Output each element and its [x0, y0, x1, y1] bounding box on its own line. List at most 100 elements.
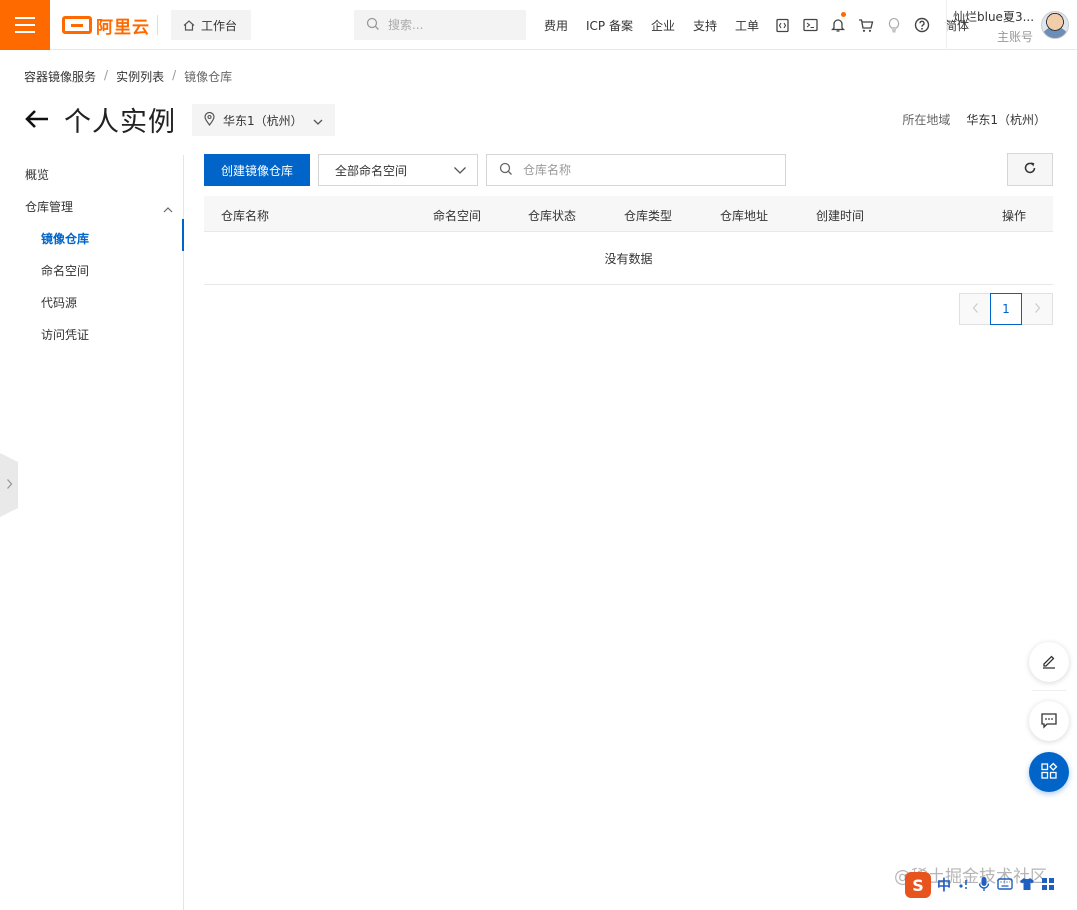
user-role: 主账号: [996, 30, 1033, 44]
sidebar-item-access-credential[interactable]: 访问凭证: [41, 326, 89, 343]
search-icon: [366, 17, 380, 34]
chat-button[interactable]: [1029, 701, 1069, 741]
global-search-input[interactable]: [388, 18, 508, 32]
page-number-current[interactable]: 1: [990, 293, 1022, 325]
refresh-button[interactable]: [1007, 153, 1053, 186]
chevron-left-icon: [972, 302, 979, 317]
sidebar-expand-handle[interactable]: [0, 453, 18, 517]
microphone-icon[interactable]: [977, 876, 991, 895]
nav-link-support[interactable]: 支持: [684, 17, 726, 34]
page-title: 个人实例: [64, 106, 176, 138]
back-arrow-icon[interactable]: [24, 108, 50, 130]
home-icon: [183, 20, 195, 31]
region-selector-value: 华东1（杭州）: [223, 113, 303, 128]
avatar[interactable]: [1041, 11, 1069, 39]
menu-line-icon: [15, 31, 35, 33]
create-repo-button[interactable]: 创建镜像仓库: [204, 154, 310, 186]
help-icon[interactable]: [908, 0, 936, 50]
global-search[interactable]: [354, 10, 526, 40]
workbench-label: 工作台: [201, 18, 238, 33]
divider: [1032, 690, 1066, 691]
sidebar: 概览 仓库管理 镜像仓库 命名空间 代码源 访问凭证: [0, 155, 184, 910]
ime-mode-indicator[interactable]: 中: [937, 875, 951, 895]
menu-line-icon: [15, 24, 35, 26]
top-nav-links: 费用 ICP 备案 企业 支持 工单 简体: [535, 0, 978, 50]
hamburger-menu-button[interactable]: [0, 0, 50, 50]
page-header: 个人实例: [24, 100, 176, 138]
column-header-created-time: 创建时间: [816, 209, 865, 223]
chevron-right-icon: [1034, 302, 1041, 317]
user-name: 灿烂blue夏3...: [953, 10, 1035, 24]
workbench-button[interactable]: 工作台: [171, 10, 251, 40]
aliyun-logo-icon: [62, 16, 92, 34]
namespace-select-value: 全部命名空间: [335, 163, 408, 178]
breadcrumb-item-instances[interactable]: 实例列表: [116, 68, 164, 85]
nav-link-billing[interactable]: 费用: [535, 17, 577, 34]
repo-name-search-input[interactable]: [523, 163, 763, 177]
breadcrumb-separator: /: [104, 68, 109, 82]
sidebar-item-namespace[interactable]: 命名空间: [41, 262, 89, 279]
code-icon[interactable]: [768, 0, 796, 50]
top-navigation-bar: 阿里云 工作台 费用 ICP 备案 企业 支持 工单: [0, 0, 1077, 50]
empty-state: 没有数据: [204, 232, 1053, 285]
edit-icon: [1040, 652, 1058, 673]
namespace-select[interactable]: 全部命名空间: [318, 154, 478, 186]
region-value: 华东1（杭州）: [966, 113, 1046, 127]
nav-link-ticket[interactable]: 工单: [726, 17, 768, 34]
active-indicator: [182, 219, 184, 251]
region-label: 所在地域: [902, 113, 951, 127]
sogou-ime-logo: S: [905, 872, 931, 898]
apps-grid-icon: [1040, 762, 1058, 783]
pagination: 1: [959, 293, 1053, 325]
feedback-edit-button[interactable]: [1029, 642, 1069, 682]
bell-icon[interactable]: [824, 0, 852, 50]
next-page-button[interactable]: [1021, 293, 1053, 325]
logo-text: 阿里云: [96, 17, 150, 38]
toolbox-grid-icon[interactable]: [1041, 877, 1055, 894]
divider: [157, 15, 158, 35]
breadcrumb: 容器镜像服务 / 实例列表 / 镜像仓库: [24, 68, 232, 85]
chevron-right-icon: [6, 478, 13, 493]
location-pin-icon: [204, 111, 215, 129]
notification-dot: [841, 12, 847, 17]
apps-button[interactable]: [1029, 752, 1069, 792]
column-header-repo-type: 仓库类型: [624, 209, 673, 223]
menu-line-icon: [15, 17, 35, 19]
punctuation-icon[interactable]: [957, 877, 971, 894]
repo-name-search[interactable]: [486, 154, 786, 186]
column-header-actions: 操作: [1002, 209, 1027, 223]
chevron-down-icon: [313, 115, 323, 129]
sidebar-item-code-source[interactable]: 代码源: [41, 294, 77, 311]
aliyun-logo[interactable]: 阿里云: [62, 14, 150, 38]
table-header: 仓库名称 命名空间 仓库状态 仓库类型 仓库地址 创建时间 操作: [204, 196, 1053, 232]
search-icon: [499, 162, 513, 179]
chat-icon: [1040, 711, 1058, 732]
column-header-namespace: 命名空间: [433, 209, 482, 223]
chevron-down-icon: [453, 164, 467, 179]
column-header-repo-address: 仓库地址: [720, 209, 769, 223]
keyboard-icon[interactable]: [997, 877, 1013, 894]
chevron-up-icon[interactable]: [163, 202, 173, 216]
breadcrumb-item-registry-service[interactable]: 容器镜像服务: [24, 68, 96, 85]
sidebar-item-overview[interactable]: 概览: [25, 166, 49, 183]
column-header-repo-name: 仓库名称: [221, 209, 270, 223]
cart-icon[interactable]: [852, 0, 880, 50]
prev-page-button[interactable]: [959, 293, 991, 325]
skin-shirt-icon[interactable]: [1019, 877, 1035, 894]
ime-toolbar[interactable]: S 中: [905, 871, 1077, 899]
breadcrumb-item-current: 镜像仓库: [184, 70, 233, 84]
sidebar-group-repo-management[interactable]: 仓库管理: [25, 198, 73, 215]
divider: [946, 0, 947, 50]
repo-table: 仓库名称 命名空间 仓库状态 仓库类型 仓库地址 创建时间 操作 没有数据: [204, 196, 1053, 285]
column-header-repo-status: 仓库状态: [528, 209, 577, 223]
region-info: 所在地域 华东1（杭州）: [902, 111, 1046, 128]
nav-link-icp[interactable]: ICP 备案: [577, 17, 642, 34]
user-account[interactable]: 灿烂blue夏3... 主账号: [953, 8, 1035, 45]
breadcrumb-separator: /: [172, 68, 177, 82]
refresh-icon: [1023, 161, 1037, 178]
sidebar-item-image-repo[interactable]: 镜像仓库: [41, 230, 89, 247]
region-selector[interactable]: 华东1（杭州）: [192, 104, 335, 136]
lightbulb-icon[interactable]: [880, 0, 908, 50]
nav-link-enterprise[interactable]: 企业: [642, 17, 684, 34]
terminal-icon[interactable]: [796, 0, 824, 50]
